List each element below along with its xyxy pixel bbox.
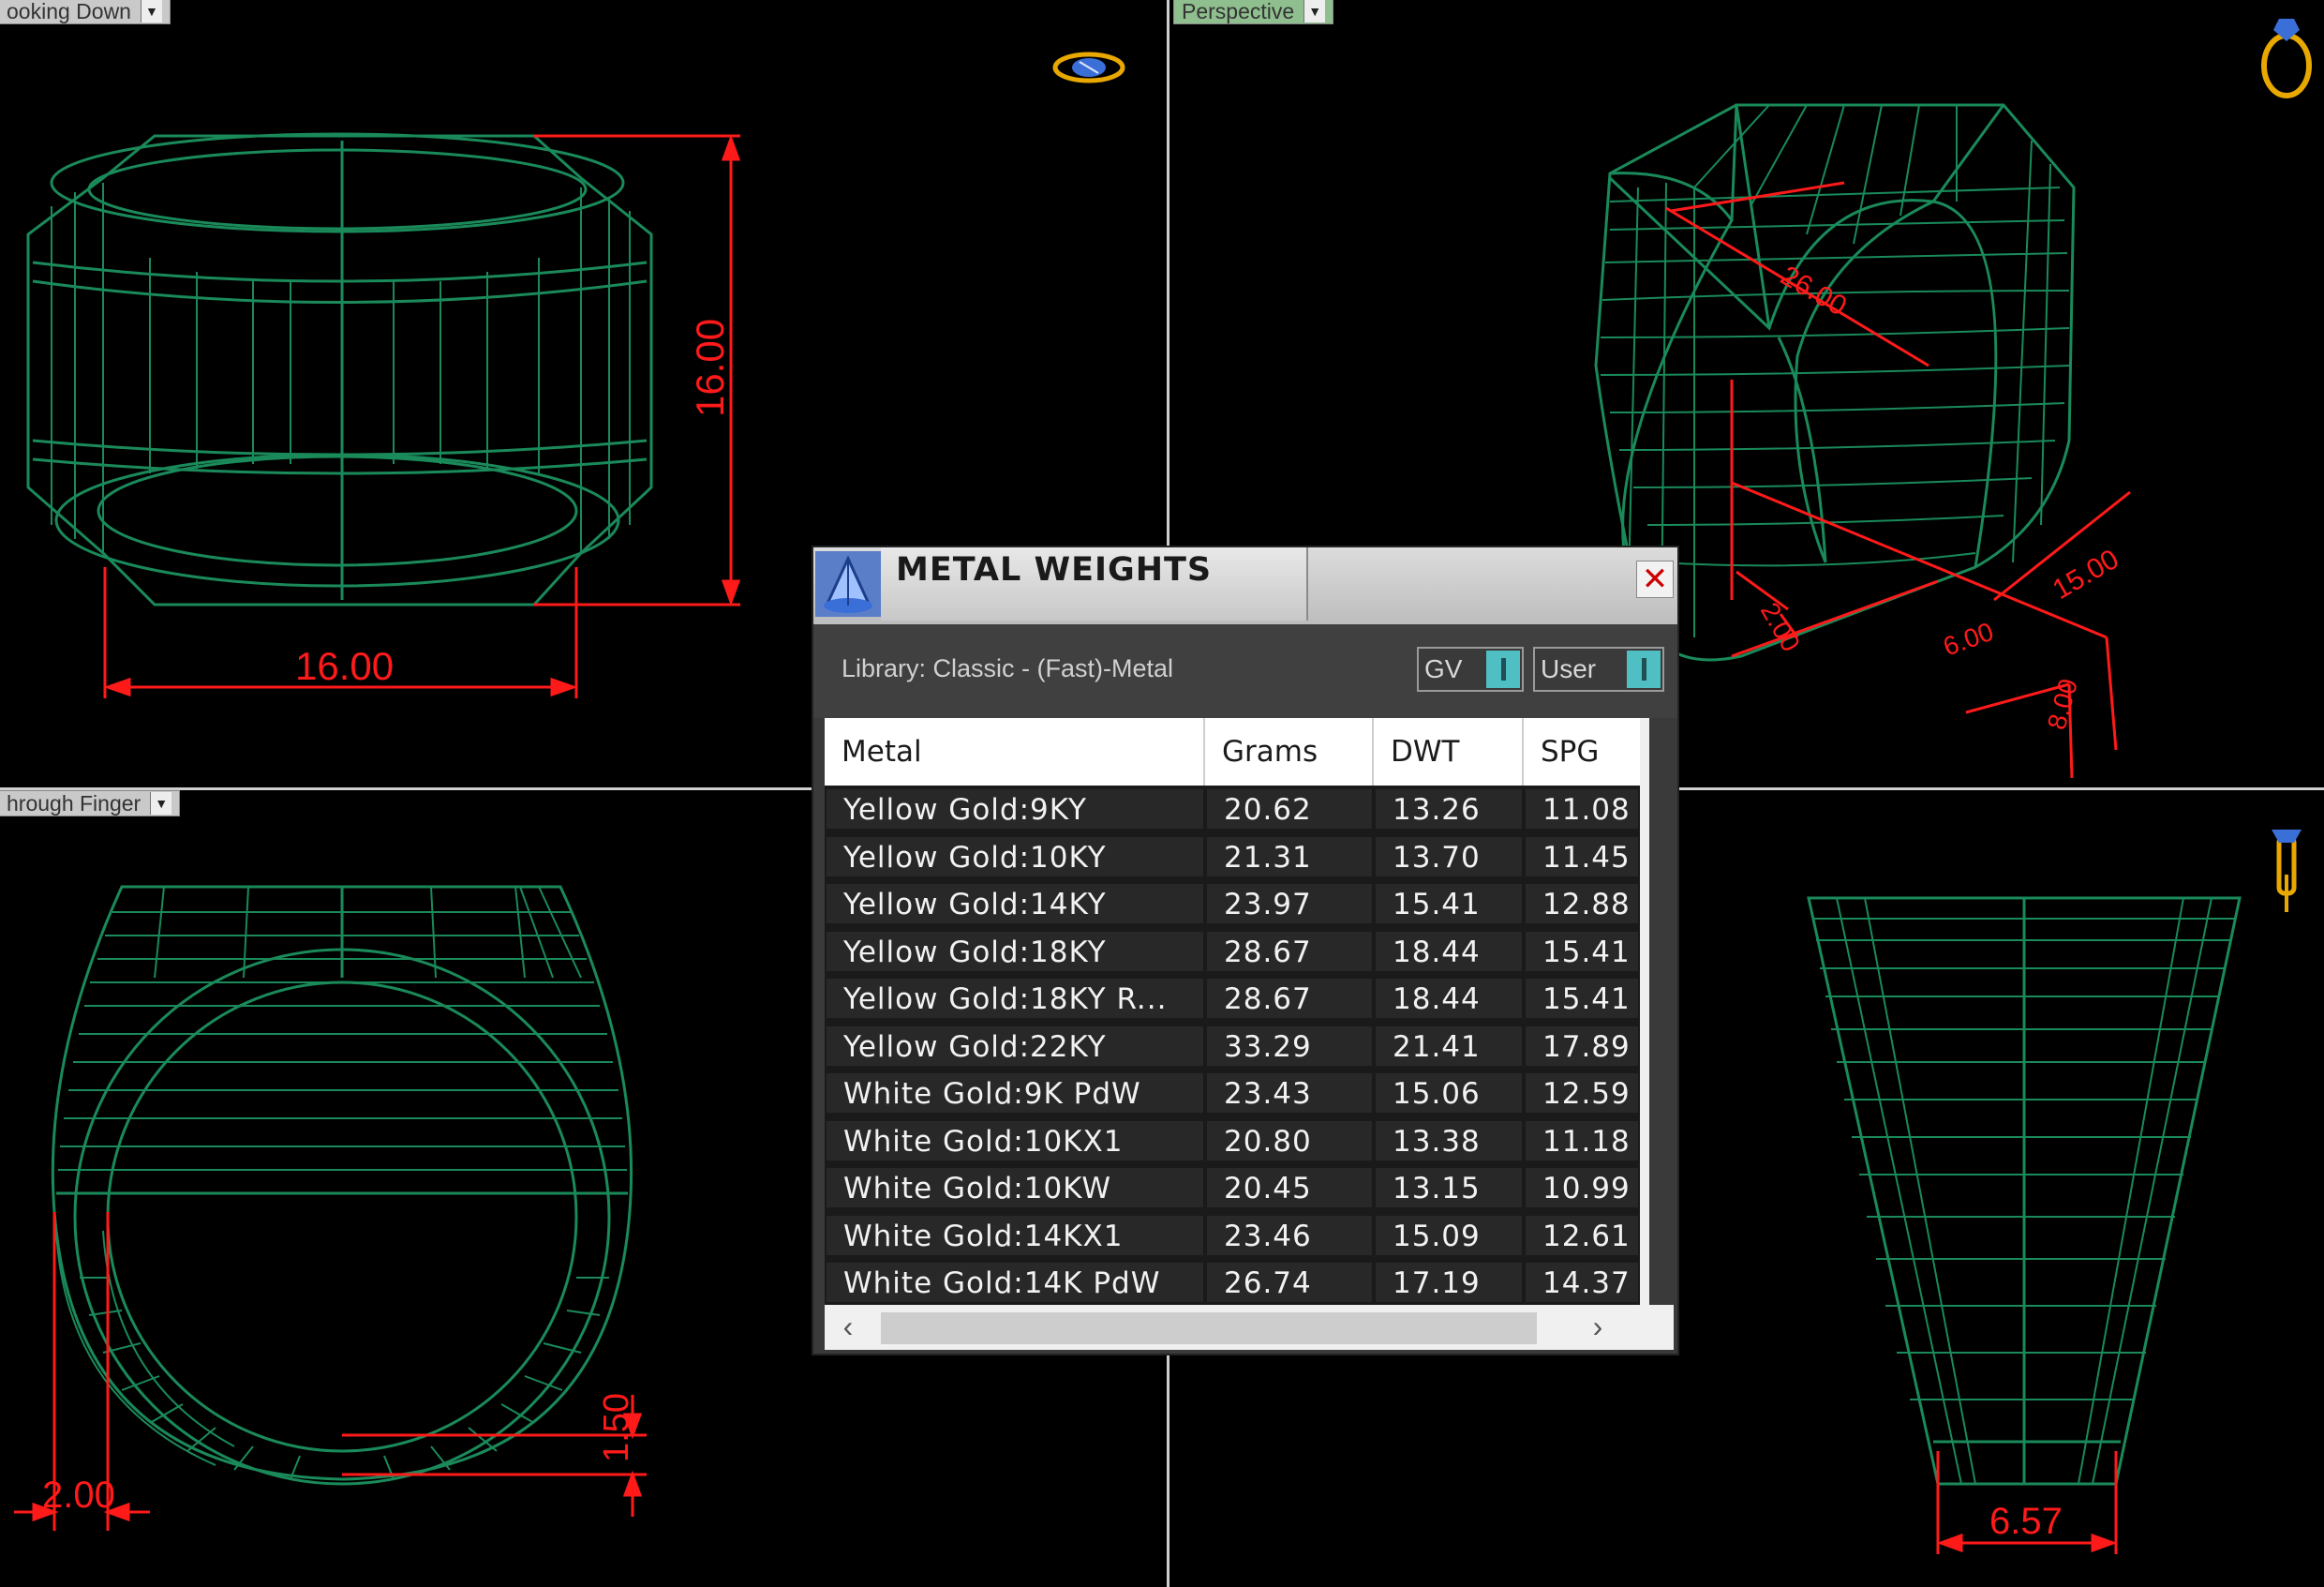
table-row[interactable]: White Gold:10KW 20.45 13.15 10.99 xyxy=(825,1164,1640,1211)
chevron-down-icon[interactable]: ▼ xyxy=(1304,0,1326,22)
gv-toggle[interactable]: GV xyxy=(1417,647,1524,692)
dwt-cell: 15.09 xyxy=(1376,1215,1522,1255)
spg-cell: 12.88 xyxy=(1526,884,1638,923)
table-header: Metal Grams DWT SPG xyxy=(825,718,1640,786)
grams-cell: 23.43 xyxy=(1207,1073,1372,1113)
viewport-label-bottom[interactable]: hrough Finger ▼ xyxy=(0,790,181,816)
gv-toggle-knob[interactable] xyxy=(1486,651,1520,688)
viewport-label-top[interactable]: ooking Down ▼ xyxy=(0,0,171,24)
dimension-perspective-d: 6.00 xyxy=(1939,617,1997,662)
horizontal-scrollbar[interactable]: ‹ › xyxy=(825,1305,1674,1350)
dimension-perspective-b: 15.00 xyxy=(2048,544,2124,606)
dwt-cell: 17.19 xyxy=(1376,1263,1522,1302)
user-toggle-knob[interactable] xyxy=(1627,651,1661,688)
column-header-metal[interactable]: Metal xyxy=(825,718,1205,786)
spg-cell: 11.08 xyxy=(1526,789,1638,829)
dwt-cell: 13.70 xyxy=(1376,836,1522,876)
dimension-shank-width: 2.00 xyxy=(42,1475,115,1516)
dwt-cell: 13.38 xyxy=(1376,1120,1522,1160)
grams-cell: 23.46 xyxy=(1207,1215,1372,1255)
viewport-label-perspective[interactable]: Perspective ▼ xyxy=(1173,0,1334,24)
dimension-shank-bottom: 6.57 xyxy=(1989,1501,2063,1542)
library-label: Library: Classic - (Fast)-Metal xyxy=(842,654,1174,682)
metal-cell: Yellow Gold:18KY xyxy=(827,931,1203,971)
spg-cell: 11.45 xyxy=(1526,836,1638,876)
spg-cell: 14.37 xyxy=(1526,1263,1638,1302)
column-header-dwt[interactable]: DWT xyxy=(1374,718,1524,786)
metal-weights-icon xyxy=(815,551,881,617)
panel-title: METAL WEIGHTS xyxy=(896,551,1213,589)
viewport-label-text: ooking Down xyxy=(7,0,131,23)
grams-cell: 33.29 xyxy=(1207,1026,1372,1066)
metal-cell: White Gold:14K PdW xyxy=(827,1263,1203,1302)
table-row[interactable]: Yellow Gold:18KY R... 28.67 18.44 15.41 xyxy=(825,975,1640,1022)
gv-toggle-label: GV xyxy=(1424,654,1463,683)
grams-cell: 21.31 xyxy=(1207,836,1372,876)
table-row[interactable]: White Gold:9K PdW 23.43 15.06 12.59 xyxy=(825,1070,1640,1116)
dwt-cell: 15.06 xyxy=(1376,1073,1522,1113)
horizontal-scroll-thumb[interactable] xyxy=(881,1312,1537,1344)
grams-cell: 23.97 xyxy=(1207,884,1372,923)
table-row[interactable]: Yellow Gold:22KY 33.29 21.41 17.89 xyxy=(825,1023,1640,1070)
table-row[interactable]: White Gold:10KX1 20.80 13.38 11.18 xyxy=(825,1117,1640,1164)
metal-cell: Yellow Gold:14KY xyxy=(827,884,1203,923)
dwt-cell: 15.41 xyxy=(1376,884,1522,923)
grams-cell: 20.62 xyxy=(1207,789,1372,829)
grams-cell: 26.74 xyxy=(1207,1263,1372,1302)
grams-cell: 28.67 xyxy=(1207,979,1372,1018)
table-row[interactable]: Yellow Gold:10KY 21.31 13.70 11.45 xyxy=(825,833,1640,880)
chevron-down-icon[interactable]: ▼ xyxy=(140,0,162,22)
dimension-perspective-e: 8.00 xyxy=(2042,676,2083,733)
metal-cell: White Gold:10KX1 xyxy=(827,1120,1203,1160)
metal-cell: Yellow Gold:22KY xyxy=(827,1026,1203,1066)
viewport-label-text: hrough Finger xyxy=(7,791,142,816)
column-header-spg[interactable]: SPG xyxy=(1524,718,1640,786)
chevron-down-icon[interactable]: ▼ xyxy=(150,792,172,815)
dwt-cell: 18.44 xyxy=(1376,979,1522,1018)
metal-cell: White Gold:10KW xyxy=(827,1168,1203,1207)
spg-cell: 15.41 xyxy=(1526,979,1638,1018)
table-row[interactable]: White Gold:14KX1 23.46 15.09 12.61 xyxy=(825,1212,1640,1259)
spg-cell: 10.99 xyxy=(1526,1168,1638,1207)
column-header-grams[interactable]: Grams xyxy=(1205,718,1374,786)
metal-weights-panel[interactable]: METAL WEIGHTS ✕ Library: Classic - (Fast… xyxy=(813,547,1677,1354)
table-row[interactable]: Yellow Gold:14KY 23.97 15.41 12.88 xyxy=(825,880,1640,927)
dimension-shank-thickness: 1.50 xyxy=(597,1393,636,1462)
ring-side-icon[interactable] xyxy=(2272,830,2302,912)
metal-table[interactable]: Metal Grams DWT SPG Yellow Gold:9KY 20.62… xyxy=(825,718,1649,1305)
viewport-label-text: Perspective xyxy=(1182,0,1295,23)
metal-cell: White Gold:14KX1 xyxy=(827,1215,1203,1255)
spg-cell: 12.59 xyxy=(1526,1073,1638,1113)
metal-cell: White Gold:9K PdW xyxy=(827,1073,1203,1113)
table-row[interactable]: White Gold:14K PdW 26.74 17.19 14.37 xyxy=(825,1259,1640,1305)
table-row[interactable]: Yellow Gold:9KY 20.62 13.26 11.08 xyxy=(825,786,1640,832)
metal-cell: Yellow Gold:9KY xyxy=(827,789,1203,829)
dwt-cell: 18.44 xyxy=(1376,931,1522,971)
dwt-cell: 13.26 xyxy=(1376,789,1522,829)
close-button[interactable]: ✕ xyxy=(1636,561,1674,598)
dwt-cell: 21.41 xyxy=(1376,1026,1522,1066)
scroll-left-icon[interactable]: ‹ xyxy=(825,1305,872,1350)
spg-cell: 12.61 xyxy=(1526,1215,1638,1255)
dimension-height: 16.00 xyxy=(688,319,732,417)
spg-cell: 17.89 xyxy=(1526,1026,1638,1066)
metal-cell: Yellow Gold:18KY R... xyxy=(827,979,1203,1018)
grams-cell: 20.80 xyxy=(1207,1120,1372,1160)
user-toggle-label: User xyxy=(1541,654,1597,683)
scroll-right-icon[interactable]: › xyxy=(1574,1305,1621,1350)
dimension-width: 16.00 xyxy=(295,644,394,688)
spg-cell: 15.41 xyxy=(1526,931,1638,971)
user-toggle[interactable]: User xyxy=(1533,647,1664,692)
table-row[interactable]: Yellow Gold:18KY 28.67 18.44 15.41 xyxy=(825,928,1640,975)
spg-cell: 11.18 xyxy=(1526,1120,1638,1160)
ring-view-icon[interactable] xyxy=(1052,52,1125,83)
scroll-down-icon[interactable]: ﹀ xyxy=(1640,1258,1649,1305)
scroll-up-icon[interactable]: ︿ xyxy=(1640,718,1649,765)
ring-perspective-icon[interactable] xyxy=(2261,19,2312,98)
vertical-scrollbar[interactable]: ︿ ﹀ xyxy=(1640,718,1649,1305)
grams-cell: 20.45 xyxy=(1207,1168,1372,1207)
metal-cell: Yellow Gold:10KY xyxy=(827,836,1203,876)
dwt-cell: 13.15 xyxy=(1376,1168,1522,1207)
grams-cell: 28.67 xyxy=(1207,931,1372,971)
